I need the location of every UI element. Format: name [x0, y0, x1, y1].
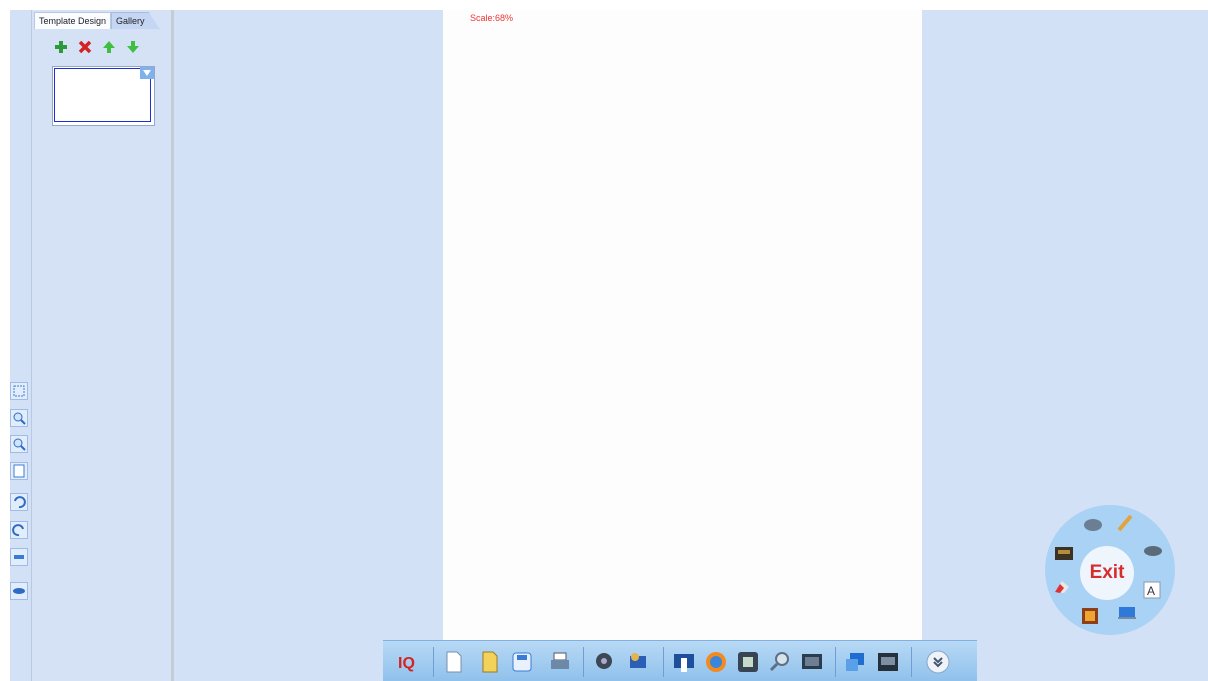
new-page-icon[interactable] — [443, 650, 465, 674]
scale-label: Scale:68% — [470, 13, 514, 23]
display-icon[interactable] — [801, 650, 823, 674]
text-icon[interactable]: A — [1142, 580, 1162, 600]
toolbar-separator — [663, 647, 664, 677]
pen-icon[interactable] — [1115, 513, 1135, 533]
add-page-icon[interactable] — [54, 40, 68, 54]
tab-gallery[interactable]: Gallery — [111, 12, 160, 29]
page-thumbnail-preview — [54, 68, 151, 122]
eraser-tool-icon[interactable] — [1052, 577, 1072, 597]
toolbar-separator — [433, 647, 434, 677]
iq-logo[interactable]: IQ — [397, 650, 425, 674]
redo-icon[interactable] — [10, 521, 28, 539]
mouse-icon[interactable] — [1143, 541, 1163, 561]
expand-icon[interactable] — [925, 650, 951, 674]
page-thumbnail[interactable] — [52, 66, 155, 126]
delete-page-icon[interactable] — [78, 40, 92, 54]
whiteboard-canvas[interactable] — [443, 10, 922, 681]
camera-icon[interactable] — [593, 650, 615, 674]
thumbnail-dropdown-icon[interactable] — [140, 67, 154, 79]
tab-template-design[interactable]: Template Design — [34, 12, 112, 29]
browser-icon[interactable] — [705, 650, 727, 674]
magnifier-icon[interactable] — [769, 650, 791, 674]
screen-capture-icon[interactable] — [627, 650, 649, 674]
pointer-icon[interactable] — [1083, 515, 1103, 535]
open-file-icon[interactable] — [479, 650, 501, 674]
undo-icon[interactable] — [10, 493, 28, 511]
zoom-in-icon[interactable] — [10, 409, 28, 427]
recorder-icon[interactable] — [737, 650, 759, 674]
toolbar-separator — [911, 647, 912, 677]
save-icon[interactable] — [511, 650, 533, 674]
svg-text:A: A — [1147, 584, 1155, 598]
fit-icon[interactable] — [10, 382, 28, 400]
toolbox-icon[interactable] — [1054, 543, 1074, 563]
photo-icon[interactable] — [1080, 606, 1100, 626]
svg-text:IQ: IQ — [398, 655, 415, 672]
more-icon[interactable] — [10, 548, 28, 566]
bottom-toolbar: IQ — [383, 640, 977, 681]
panel-tabs: Template Design Gallery — [34, 12, 160, 29]
presentation-icon[interactable] — [845, 650, 867, 674]
exit-button[interactable]: Exit — [1080, 546, 1134, 600]
screen-icon[interactable] — [1117, 603, 1137, 623]
reader-icon[interactable] — [673, 650, 695, 674]
eraser-icon[interactable] — [10, 582, 28, 600]
move-up-icon[interactable] — [102, 40, 116, 54]
template-panel: Template Design Gallery — [31, 10, 174, 681]
print-icon[interactable] — [549, 650, 571, 674]
page-actions — [54, 40, 140, 54]
calculator-icon[interactable] — [877, 650, 899, 674]
toolbar-separator — [583, 647, 584, 677]
page-icon[interactable] — [10, 462, 28, 480]
toolbar-separator — [835, 647, 836, 677]
zoom-out-icon[interactable] — [10, 435, 28, 453]
move-down-icon[interactable] — [126, 40, 140, 54]
